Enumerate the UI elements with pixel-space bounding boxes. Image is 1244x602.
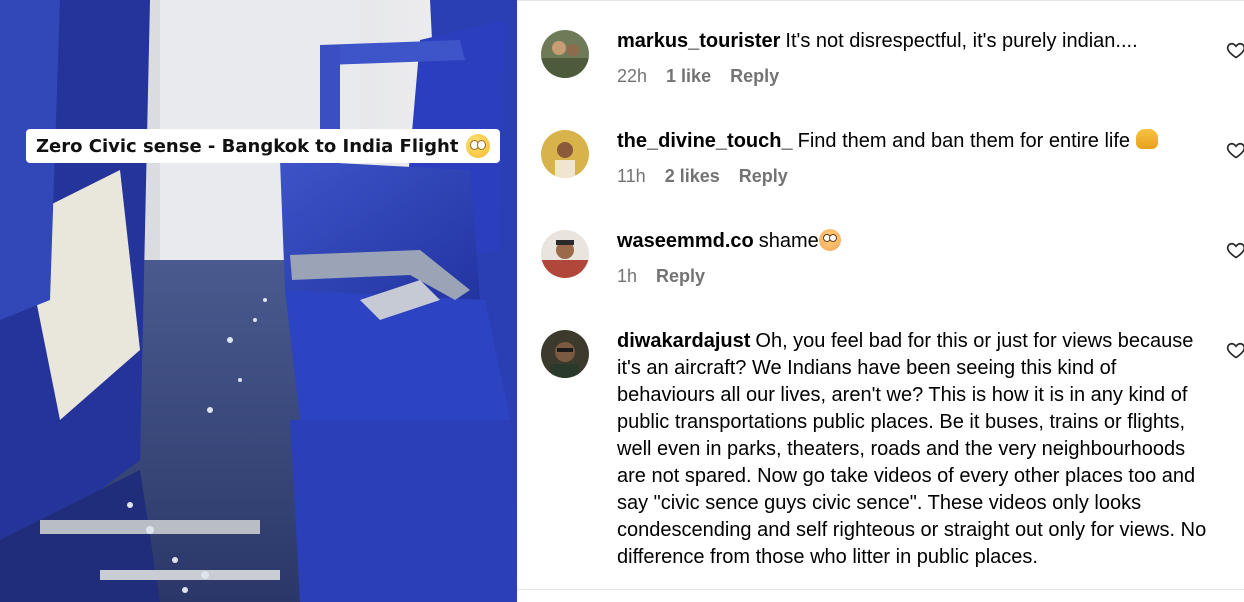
comment-text: It's not disrespectful, it's purely indi… (785, 30, 1138, 52)
reply-button[interactable]: Reply (739, 166, 788, 187)
comments-panel[interactable]: markus_tourister It's not disrespectful, … (517, 0, 1244, 602)
comment-time[interactable]: 22h (617, 66, 647, 87)
divider (517, 589, 1244, 590)
avatar[interactable] (541, 330, 589, 378)
heart-icon[interactable] (1226, 40, 1244, 60)
comment-text: Find them and ban them for entire life (797, 130, 1131, 152)
comment-meta: 11h 2 likes Reply (617, 166, 1209, 187)
heart-icon[interactable] (1226, 340, 1244, 360)
comment-text-line: markus_tourister It's not disrespectful, … (617, 28, 1209, 55)
comment-username[interactable]: the_divine_touch_ (617, 130, 793, 152)
comment-item: markus_tourister It's not disrespectful, … (541, 28, 1244, 87)
rolling-eyes-emoji-icon (466, 134, 491, 158)
comment-text: Oh, you feel bad for this or just for vi… (617, 330, 1207, 568)
comment-body: markus_tourister It's not disrespectful, … (617, 28, 1209, 87)
folded-hands-emoji-icon (1136, 129, 1159, 149)
flushed-face-emoji-icon (818, 229, 841, 251)
video-frame[interactable]: Zero Civic sense - Bangkok to India Flig… (0, 0, 517, 602)
comment-item: the_divine_touch_ Find them and ban them … (541, 128, 1244, 187)
comment-likes[interactable]: 2 likes (665, 166, 720, 187)
reply-button[interactable]: Reply (730, 66, 779, 87)
comment-text: shame (758, 230, 819, 252)
comment-body: waseemmd.co shame 1h Reply (617, 228, 1209, 287)
comment-username[interactable]: markus_tourister (617, 30, 780, 52)
comment-text-line: diwakardajust Oh, you feel bad for this o… (617, 328, 1209, 571)
video-caption: Zero Civic sense - Bangkok to India Flig… (26, 129, 501, 163)
comment-username[interactable]: diwakardajust (617, 330, 750, 352)
comment-text-line: the_divine_touch_ Find them and ban them … (617, 128, 1209, 155)
comment-body: diwakardajust Oh, you feel bad for this o… (617, 328, 1209, 571)
comment-time[interactable]: 11h (617, 166, 646, 187)
comment-time[interactable]: 1h (617, 266, 637, 287)
comment-body: the_divine_touch_ Find them and ban them … (617, 128, 1209, 187)
caption-text: Zero Civic sense - Bangkok to India Flig… (36, 135, 459, 157)
avatar[interactable] (541, 230, 589, 278)
comment-username[interactable]: waseemmd.co (617, 230, 754, 252)
comment-text-line: waseemmd.co shame (617, 228, 1209, 255)
comment-meta: 1h Reply (617, 266, 1209, 287)
comment-item: diwakardajust Oh, you feel bad for this o… (541, 328, 1244, 571)
comment-likes[interactable]: 1 like (666, 66, 711, 87)
heart-icon[interactable] (1226, 140, 1244, 160)
comment-meta: 22h 1 like Reply (617, 66, 1209, 87)
reply-button[interactable]: Reply (656, 266, 705, 287)
heart-icon[interactable] (1226, 240, 1244, 260)
airplane-cabin-image (0, 0, 517, 602)
comment-item: waseemmd.co shame 1h Reply (541, 228, 1244, 287)
avatar[interactable] (541, 30, 589, 78)
avatar[interactable] (541, 130, 589, 178)
